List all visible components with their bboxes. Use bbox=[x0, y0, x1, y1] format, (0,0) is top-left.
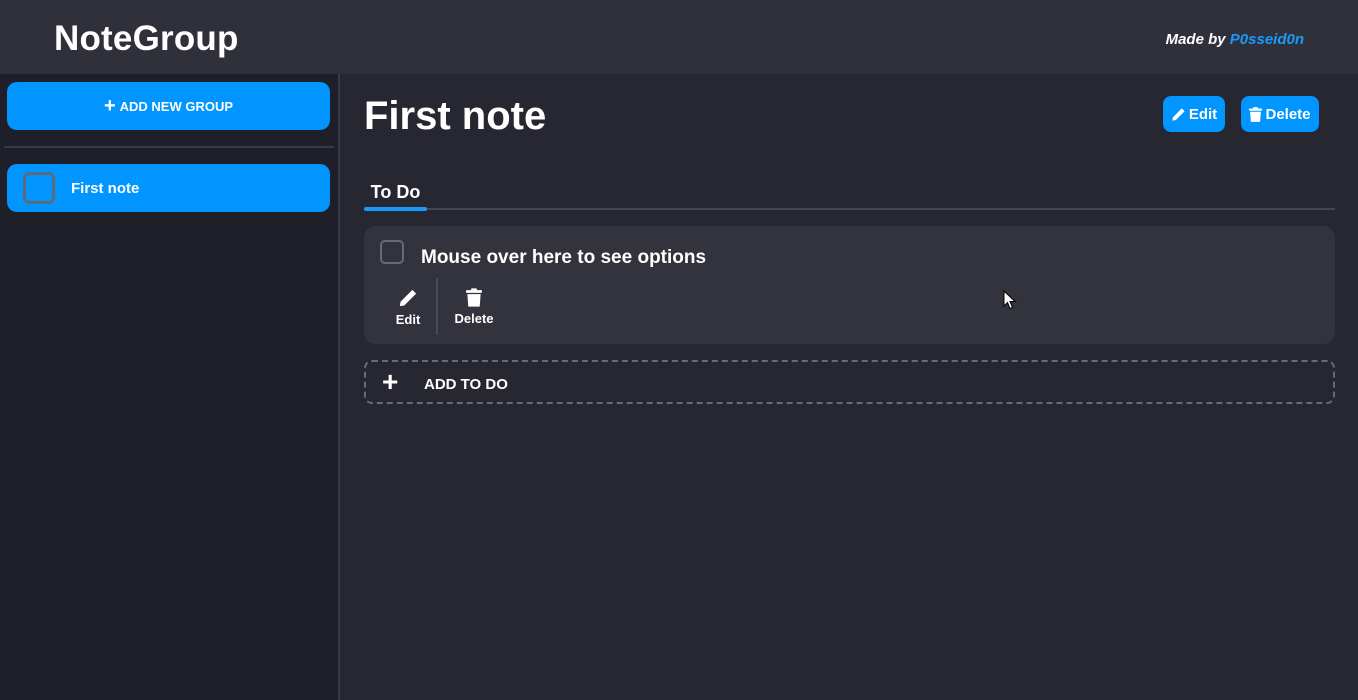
sidebar-item-label: First note bbox=[71, 179, 140, 197]
edit-note-label: Edit bbox=[1188, 105, 1218, 123]
main-content: First note Edit Delete To Do Mouse over … bbox=[340, 74, 1358, 700]
app-header: NoteGroup Made by P0sseid0n bbox=[0, 0, 1358, 74]
delete-note-button[interactable]: Delete bbox=[1241, 96, 1319, 132]
app-title: NoteGroup bbox=[54, 19, 239, 58]
todo-delete-button[interactable]: Delete bbox=[448, 288, 500, 332]
todo-item[interactable]: Mouse over here to see options Edit Dele… bbox=[364, 226, 1335, 344]
tab-bar-line bbox=[364, 208, 1335, 210]
sidebar-divider bbox=[4, 146, 334, 148]
todo-checkbox[interactable] bbox=[380, 240, 404, 264]
group-checkbox[interactable] bbox=[23, 172, 55, 204]
add-new-group-button[interactable]: + ADD NEW GROUP bbox=[7, 82, 330, 130]
delete-note-label: Delete bbox=[1265, 105, 1311, 123]
add-new-group-label: ADD NEW GROUP bbox=[119, 98, 234, 114]
note-title: First note bbox=[364, 94, 547, 138]
tab-active-indicator bbox=[364, 207, 427, 211]
edit-note-button[interactable]: Edit bbox=[1163, 96, 1225, 132]
add-todo-button[interactable]: + ADD TO DO bbox=[364, 360, 1335, 404]
plus-icon: + bbox=[382, 366, 399, 397]
made-by-prefix: Made by bbox=[1165, 31, 1226, 48]
trash-icon bbox=[1249, 106, 1263, 122]
todo-text: Mouse over here to see options bbox=[421, 247, 707, 268]
tab-to-do[interactable]: To Do bbox=[364, 174, 427, 210]
pencil-icon bbox=[399, 289, 417, 307]
trash-icon bbox=[466, 288, 482, 307]
todo-delete-label: Delete bbox=[454, 311, 494, 326]
sidebar-item-first-note[interactable]: First note bbox=[7, 164, 330, 212]
todo-edit-button[interactable]: Edit bbox=[388, 288, 428, 332]
mouse-cursor-icon bbox=[1003, 290, 1017, 310]
pencil-icon bbox=[1172, 107, 1185, 121]
plus-icon: + bbox=[103, 95, 116, 117]
todo-edit-label: Edit bbox=[395, 312, 421, 327]
todo-actions-divider bbox=[436, 278, 438, 335]
author-link[interactable]: P0sseid0n bbox=[1230, 31, 1304, 48]
made-by-credit: Made by P0sseid0n bbox=[1166, 30, 1304, 50]
add-todo-label: ADD TO DO bbox=[424, 376, 508, 393]
sidebar: + ADD NEW GROUP First note bbox=[0, 74, 338, 700]
